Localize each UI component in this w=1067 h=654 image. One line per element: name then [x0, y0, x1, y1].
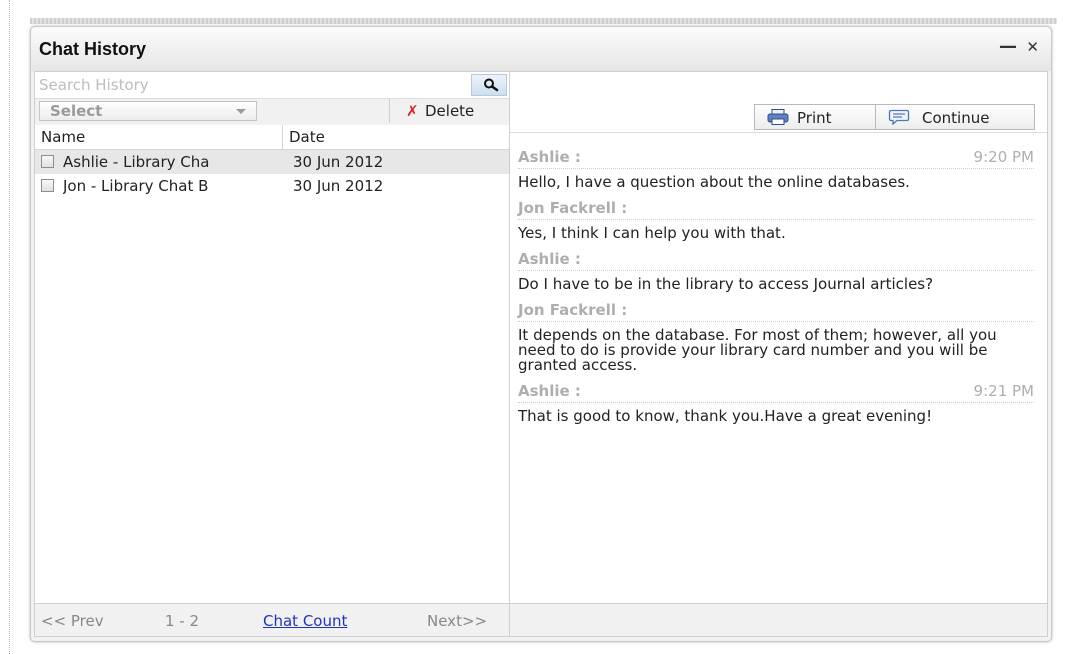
- message-sender: Jon Fackrell :: [518, 199, 628, 217]
- list-header: Name Date: [35, 125, 509, 150]
- transcript-pane: Print Continue Ashlie : 9:20 PM Hello, I…: [510, 72, 1047, 636]
- row-checkbox[interactable]: [41, 155, 54, 168]
- transcript-toolbar: Print Continue: [510, 72, 1047, 133]
- message-header: Ashlie : 9:20 PM: [518, 148, 1034, 169]
- search-button[interactable]: [471, 74, 507, 96]
- row-name: Jon - Library Chat B: [63, 177, 209, 195]
- message-text: Hello, I have a question about the onlin…: [518, 173, 910, 191]
- row-date: 30 Jun 2012: [293, 153, 384, 171]
- message-time: 9:21 PM: [973, 382, 1034, 400]
- page-range: 1 - 2: [165, 612, 200, 630]
- page-guide-line: [9, 0, 10, 654]
- window-title: Chat History: [39, 39, 147, 59]
- message-header: Ashlie : 9:21 PM: [518, 382, 1034, 403]
- search-input[interactable]: [35, 74, 473, 96]
- message-header: Jon Fackrell :: [518, 199, 1034, 220]
- row-name: Ashlie - Library Cha: [63, 153, 210, 171]
- message-sender: Ashlie :: [518, 382, 581, 400]
- pagination-bar: << Prev 1 - 2 Chat Count Next>>: [35, 603, 509, 636]
- delete-button[interactable]: ✗ Delete: [389, 99, 508, 123]
- message-time: 9:20 PM: [973, 148, 1034, 166]
- select-label: Select: [50, 102, 103, 120]
- chat-history-window: Chat History — ✕ Select: [30, 26, 1052, 642]
- search-row: [35, 72, 509, 98]
- message-text: That is good to know, thank you.Have a g…: [518, 407, 933, 425]
- minimize-icon[interactable]: —: [999, 36, 1017, 57]
- message-sender: Ashlie :: [518, 148, 581, 166]
- close-icon[interactable]: ✕: [1026, 38, 1039, 56]
- column-divider: [282, 125, 283, 149]
- message-list: Ashlie : 9:20 PM Hello, I have a questio…: [518, 148, 1034, 433]
- chat-message: Ashlie : 9:20 PM Hello, I have a questio…: [518, 148, 1034, 190]
- message-sender: Ashlie :: [518, 250, 581, 268]
- delete-x-icon: ✗: [406, 102, 419, 120]
- chevron-down-icon: [236, 109, 246, 114]
- row-date: 30 Jun 2012: [293, 177, 384, 195]
- print-label: Print: [797, 109, 832, 127]
- history-list-pane: Select ✗ Delete Name Date Ashlie - Libra…: [35, 72, 510, 636]
- next-page-button[interactable]: Next>>: [427, 612, 487, 630]
- message-text: It depends on the database. For most of …: [518, 326, 997, 374]
- chat-bubble-icon: [888, 109, 910, 125]
- message-text: Yes, I think I can help you with that.: [518, 224, 786, 242]
- prev-page-button[interactable]: << Prev: [41, 612, 104, 630]
- window-body: Select ✗ Delete Name Date Ashlie - Libra…: [34, 71, 1048, 637]
- continue-label: Continue: [922, 109, 990, 127]
- print-button[interactable]: Print: [754, 104, 876, 130]
- column-header-name[interactable]: Name: [41, 128, 85, 146]
- row-checkbox[interactable]: [41, 179, 54, 192]
- chat-count-link[interactable]: Chat Count: [263, 612, 347, 630]
- chat-message: Jon Fackrell : Yes, I think I can help y…: [518, 199, 1034, 241]
- message-header: Jon Fackrell :: [518, 301, 1034, 322]
- message-text: Do I have to be in the library to access…: [518, 275, 934, 293]
- window-top-strip: [30, 18, 1057, 24]
- table-row[interactable]: Jon - Library Chat B 30 Jun 2012: [35, 174, 509, 198]
- chat-message: Jon Fackrell : It depends on the databas…: [518, 301, 1034, 373]
- transcript-footer: [510, 603, 1047, 636]
- chat-message: Ashlie : Do I have to be in the library …: [518, 250, 1034, 292]
- select-dropdown[interactable]: Select: [39, 101, 257, 121]
- printer-icon: [767, 109, 789, 125]
- column-header-date[interactable]: Date: [289, 128, 325, 146]
- search-icon: [484, 78, 499, 92]
- message-sender: Jon Fackrell :: [518, 301, 628, 319]
- delete-label: Delete: [425, 102, 475, 120]
- table-row[interactable]: Ashlie - Library Cha 30 Jun 2012: [35, 150, 509, 174]
- message-header: Ashlie :: [518, 250, 1034, 271]
- list-toolbar: Select ✗ Delete: [35, 98, 509, 126]
- chat-message: Ashlie : 9:21 PM That is good to know, t…: [518, 382, 1034, 424]
- title-bar[interactable]: Chat History — ✕: [31, 27, 1051, 71]
- continue-button[interactable]: Continue: [875, 104, 1035, 130]
